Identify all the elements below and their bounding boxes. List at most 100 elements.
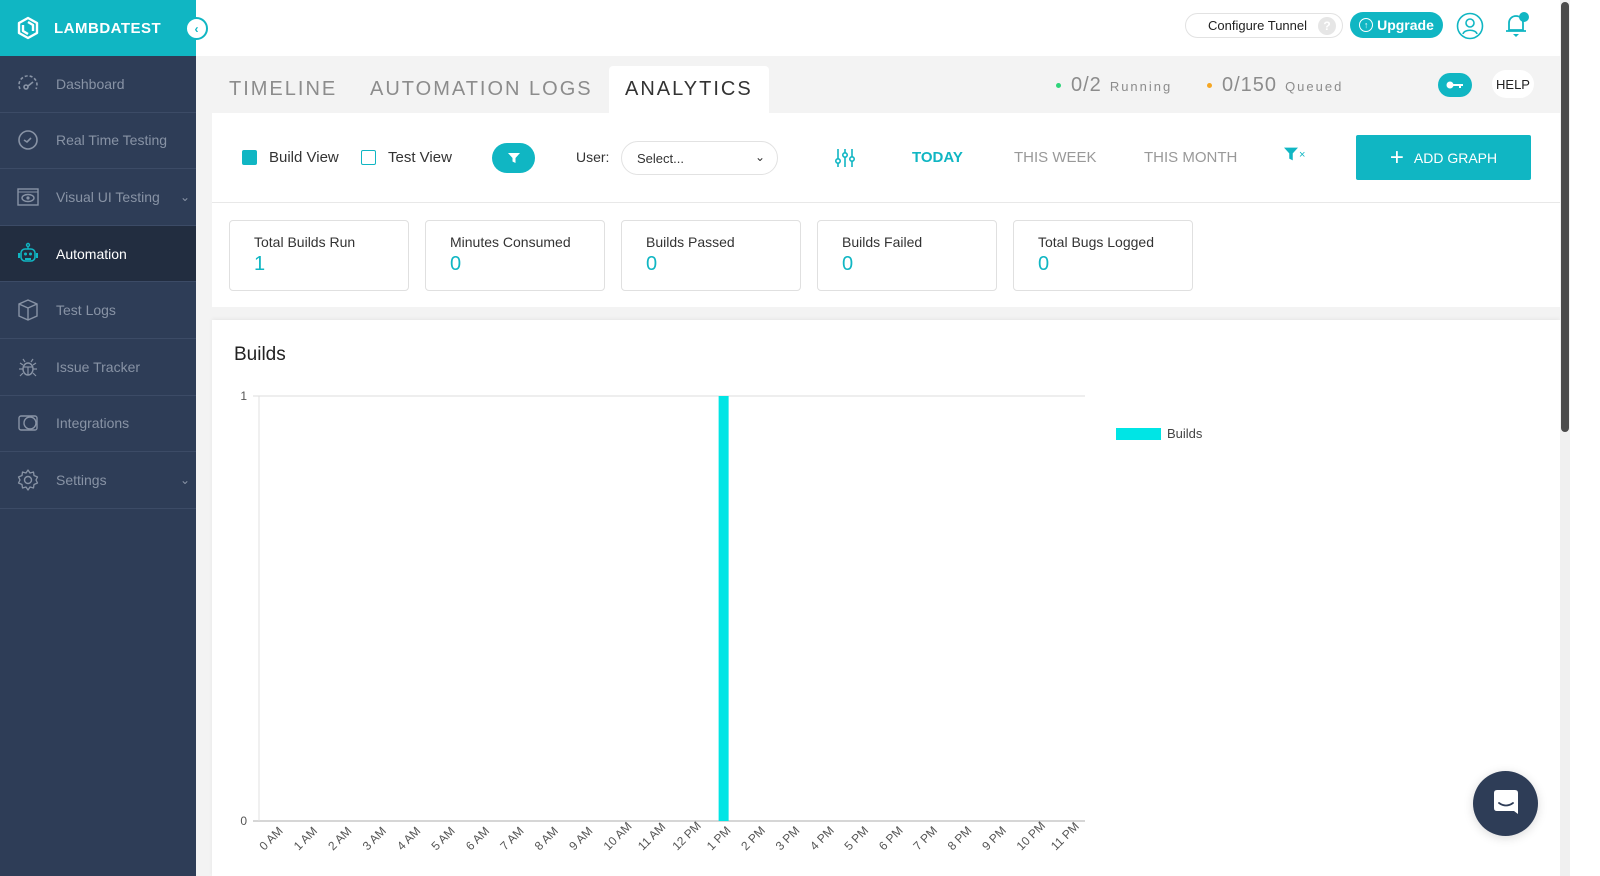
builds-chart-card: Builds 010 AM 1 AM 2 AM 3 AM 4 AM 5 AM 6 AM 7 A… xyxy=(212,320,1560,876)
x-tick-label: 5 AM xyxy=(429,824,458,853)
sidebar-item-test-logs[interactable]: Test Logs xyxy=(0,282,196,339)
sidebar-item-label: Settings xyxy=(56,471,107,488)
clear-x-icon: × xyxy=(1299,149,1306,161)
sidebar-item-label: Visual UI Testing xyxy=(56,188,160,205)
user-select[interactable]: Select... ⌄ xyxy=(621,141,778,175)
x-tick-label: 7 PM xyxy=(910,823,940,853)
stat-value: 0 xyxy=(842,253,854,275)
add-graph-button[interactable]: + ADD GRAPH xyxy=(1356,135,1531,180)
stat-card-builds-failed: Builds Failed 0 xyxy=(817,220,997,291)
integrations-icon xyxy=(18,415,38,432)
top-bar: Configure Tunnel ? ↑ Upgrade xyxy=(196,0,1560,56)
gear-icon xyxy=(17,469,39,491)
legend-swatch xyxy=(1116,428,1161,440)
scrollbar-thumb[interactable] xyxy=(1561,2,1569,432)
sidebar-item-label: Integrations xyxy=(56,415,130,432)
stat-card-builds-passed: Builds Passed 0 xyxy=(621,220,801,291)
sidebar-item-label: Issue Tracker xyxy=(56,358,141,375)
legend-label: Builds xyxy=(1167,426,1203,441)
filter-funnel-icon xyxy=(507,153,520,163)
tabs-bar: TIMELINE AUTOMATION LOGS ANALYTICS 0/2 R… xyxy=(196,56,1560,113)
lambdatest-logo-icon xyxy=(17,16,39,40)
sidebar-item-dashboard[interactable]: Dashboard xyxy=(0,56,196,113)
x-tick-label: 5 PM xyxy=(842,823,872,853)
sidebar-item-automation[interactable]: Automation xyxy=(0,225,196,283)
tab-automation-logs[interactable]: AUTOMATION LOGS xyxy=(370,66,593,113)
notification-bell-icon[interactable] xyxy=(1501,10,1531,40)
robot-icon xyxy=(18,242,38,262)
filter-funnel-icon xyxy=(1284,147,1298,161)
y-tick-label: 0 xyxy=(240,814,247,828)
help-question-icon[interactable]: ? xyxy=(1318,17,1336,35)
stat-label: Total Builds Run xyxy=(254,234,356,250)
clock-icon xyxy=(18,130,38,151)
test-view-checkbox[interactable]: Test View xyxy=(361,149,452,166)
range-today[interactable]: TODAY xyxy=(912,149,963,166)
sidebar-item-integrations[interactable]: Integrations xyxy=(0,396,196,453)
sidebar-item-label: Dashboard xyxy=(56,75,125,92)
analytics-panel: Build View Test View User: Select... ⌄ T… xyxy=(212,113,1560,307)
access-key-button[interactable] xyxy=(1438,73,1472,97)
checkbox-unchecked[interactable] xyxy=(361,150,376,165)
key-icon xyxy=(1446,81,1463,89)
queued-dot xyxy=(1207,83,1212,88)
x-tick-label: 9 PM xyxy=(979,823,1009,853)
stat-value: 0 xyxy=(646,253,658,275)
configure-tunnel-button[interactable]: Configure Tunnel ? xyxy=(1185,13,1343,38)
box-icon xyxy=(18,299,38,321)
sidebar-item-visual-ui-testing[interactable]: Visual UI Testing ⌄ xyxy=(0,169,196,226)
sliders-icon[interactable] xyxy=(834,147,856,169)
x-tick-label: 4 AM xyxy=(394,824,423,853)
filter-button[interactable] xyxy=(492,143,535,173)
chevron-down-icon: ⌄ xyxy=(754,150,765,164)
right-edge xyxy=(1570,0,1600,876)
tab-timeline[interactable]: TIMELINE xyxy=(229,66,337,113)
help-button[interactable]: HELP xyxy=(1492,70,1534,98)
x-tick-label: 6 PM xyxy=(876,823,906,853)
x-tick-label: 8 AM xyxy=(532,824,561,853)
build-view-checkbox[interactable]: Build View xyxy=(242,149,339,166)
stat-value: 0 xyxy=(450,253,462,275)
tab-analytics[interactable]: ANALYTICS xyxy=(609,66,769,113)
collapse-sidebar-button[interactable]: ‹ xyxy=(185,17,208,40)
bug-icon xyxy=(19,358,37,377)
stat-label: Builds Failed xyxy=(842,234,923,250)
x-tick-label: 9 AM xyxy=(566,824,595,853)
bar xyxy=(718,396,729,821)
page-scrollbar[interactable] xyxy=(1560,0,1570,876)
stat-card-total-builds: Total Builds Run 1 xyxy=(229,220,409,291)
range-this-week[interactable]: THIS WEEK xyxy=(1014,149,1097,166)
x-tick-label: 0 AM xyxy=(256,824,285,853)
stat-label: Builds Passed xyxy=(646,234,735,250)
configure-tunnel-label: Configure Tunnel xyxy=(1208,18,1308,33)
x-tick-label: 4 PM xyxy=(807,823,837,853)
queued-count: 0/150 xyxy=(1222,74,1278,96)
build-view-label: Build View xyxy=(269,149,339,166)
x-tick-label: 3 AM xyxy=(360,824,389,853)
sidebar-item-issue-tracker[interactable]: Issue Tracker xyxy=(0,339,196,396)
x-tick-label: 2 PM xyxy=(738,823,768,853)
chat-widget-button[interactable] xyxy=(1473,771,1538,836)
brand-header: LAMBDATEST ‹ xyxy=(0,0,208,56)
stat-card-total-bugs: Total Bugs Logged 0 xyxy=(1013,220,1193,291)
clear-filter-button[interactable]: × xyxy=(1284,147,1305,161)
sidebar-item-settings[interactable]: Settings ⌄ xyxy=(0,452,196,509)
queued-label: Queued xyxy=(1285,79,1344,94)
add-graph-label: ADD GRAPH xyxy=(1413,149,1498,166)
checkbox-checked[interactable] xyxy=(242,150,257,165)
upgrade-label: Upgrade xyxy=(1377,17,1434,33)
running-count: 0/2 xyxy=(1071,74,1102,96)
chevron-down-icon: ⌄ xyxy=(179,472,190,487)
arrow-up-circle-icon: ↑ xyxy=(1359,18,1374,32)
x-tick-label: 12 PM xyxy=(669,819,703,853)
user-profile-icon[interactable] xyxy=(1456,12,1484,40)
dashboard-gauge-icon xyxy=(18,74,38,90)
stat-label: Total Bugs Logged xyxy=(1038,234,1154,250)
range-this-month[interactable]: THIS MONTH xyxy=(1144,149,1237,166)
running-dot xyxy=(1056,83,1061,88)
sidebar-item-real-time-testing[interactable]: Real Time Testing xyxy=(0,113,196,170)
x-tick-label: 8 PM xyxy=(945,823,975,853)
stat-value: 0 xyxy=(1038,253,1050,275)
x-tick-label: 10 PM xyxy=(1014,819,1048,853)
upgrade-button[interactable]: ↑ Upgrade xyxy=(1350,12,1443,38)
